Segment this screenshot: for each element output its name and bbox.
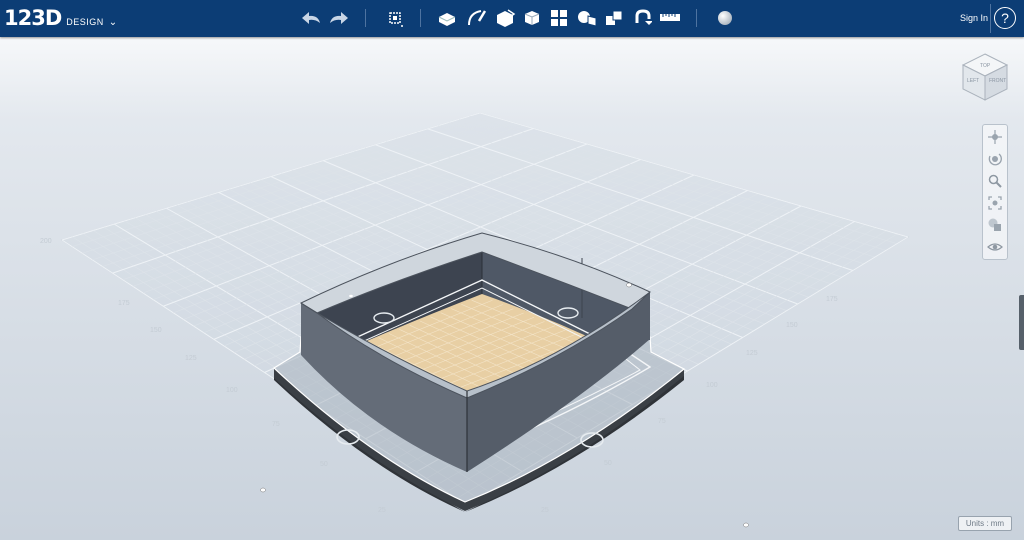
grid-tick-label: 100 bbox=[226, 387, 238, 394]
view-mode-icon bbox=[988, 218, 1001, 231]
viewcube-top-label: TOP bbox=[980, 63, 991, 69]
toolbar-separator bbox=[990, 4, 991, 33]
view-cube[interactable]: TOP LEFT FRONT bbox=[958, 50, 1012, 104]
material-icon bbox=[718, 11, 732, 25]
grid-tick-label: 75 bbox=[658, 418, 666, 425]
top-toolbar: 123D DESIGN ⌄ Sign In ? bbox=[0, 0, 1024, 37]
undo-icon bbox=[302, 12, 320, 24]
pattern-button[interactable] bbox=[546, 5, 572, 31]
vertex-point bbox=[349, 294, 353, 298]
sketch-icon bbox=[468, 10, 487, 26]
sketch-button[interactable] bbox=[463, 5, 489, 31]
grid-tick-label: 150 bbox=[150, 327, 162, 334]
combine-button[interactable] bbox=[601, 5, 627, 31]
grid-tick-label: 125 bbox=[185, 355, 197, 362]
pattern-icon bbox=[551, 10, 567, 26]
grouping-button[interactable] bbox=[574, 5, 600, 31]
logo-subtitle: DESIGN bbox=[66, 17, 104, 27]
undo-button[interactable] bbox=[298, 5, 324, 31]
help-button[interactable]: ? bbox=[994, 7, 1016, 29]
material-button[interactable] bbox=[712, 5, 738, 31]
vertex-point bbox=[743, 522, 749, 528]
toolbar-separator bbox=[420, 9, 421, 27]
snap-icon bbox=[635, 9, 652, 25]
grid-tick-label: 150 bbox=[786, 322, 798, 329]
zoom-button[interactable] bbox=[985, 171, 1005, 191]
construct-icon bbox=[497, 9, 516, 27]
redo-icon bbox=[330, 12, 348, 24]
transform-icon bbox=[389, 12, 403, 27]
grid-tick-label: 175 bbox=[118, 300, 130, 307]
visibility-icon bbox=[987, 243, 1003, 251]
viewcube-front-label: FRONT bbox=[989, 78, 1006, 84]
toolbar-separator bbox=[696, 9, 697, 27]
transform-button[interactable] bbox=[382, 5, 408, 31]
app-logo[interactable]: 123D DESIGN ⌄ bbox=[4, 6, 117, 30]
side-panel-handle[interactable] bbox=[1019, 295, 1024, 350]
app-menu-chevron-icon[interactable]: ⌄ bbox=[109, 17, 117, 28]
primitives-icon bbox=[438, 13, 456, 26]
viewcube-left-label: LEFT bbox=[967, 78, 979, 84]
grid-tick-label: 75 bbox=[272, 421, 280, 428]
grid-tick-label: 50 bbox=[604, 460, 612, 467]
logo-text: 123D bbox=[4, 6, 62, 30]
units-label[interactable]: Units : mm bbox=[958, 516, 1012, 531]
modify-button[interactable] bbox=[519, 5, 545, 31]
sign-in-link[interactable]: Sign In bbox=[960, 13, 988, 23]
navigation-bar bbox=[982, 124, 1008, 260]
pan-icon bbox=[988, 130, 1002, 144]
modify-icon bbox=[524, 11, 540, 25]
snap-button[interactable] bbox=[629, 5, 655, 31]
grid-tick-label: 100 bbox=[706, 382, 718, 389]
grid-tick-label: 175 bbox=[826, 296, 838, 303]
grid-tick-label: 50 bbox=[320, 461, 328, 468]
help-icon: ? bbox=[1001, 10, 1009, 26]
vertex-point bbox=[626, 282, 632, 288]
grid-tick-label: 25 bbox=[541, 507, 549, 514]
measure-button[interactable] bbox=[657, 5, 683, 31]
primitives-button[interactable] bbox=[434, 5, 460, 31]
3d-viewport[interactable]: 200 175 150 125 100 75 50 25 25 50 75 10… bbox=[0, 37, 1024, 540]
view-mode-button[interactable] bbox=[985, 215, 1005, 235]
grid-tick-label: 25 bbox=[378, 507, 386, 514]
grid-tick-label: 200 bbox=[40, 238, 52, 245]
fit-icon bbox=[988, 196, 1002, 210]
grid-tick-label: 125 bbox=[746, 350, 758, 357]
construct-button[interactable] bbox=[492, 5, 518, 31]
scene: 200 175 150 125 100 75 50 25 25 50 75 10… bbox=[40, 112, 910, 528]
pan-button[interactable] bbox=[985, 127, 1005, 147]
zoom-icon bbox=[988, 174, 1002, 188]
combine-icon bbox=[606, 10, 623, 25]
redo-button[interactable] bbox=[326, 5, 352, 31]
vertex-point bbox=[260, 487, 266, 493]
fit-view-button[interactable] bbox=[985, 193, 1005, 213]
orbit-button[interactable] bbox=[985, 149, 1005, 169]
visibility-button[interactable] bbox=[985, 237, 1005, 257]
measure-icon bbox=[660, 14, 680, 21]
toolbar-separator bbox=[365, 9, 366, 27]
grouping-icon bbox=[578, 11, 597, 27]
orbit-icon bbox=[988, 153, 1002, 166]
